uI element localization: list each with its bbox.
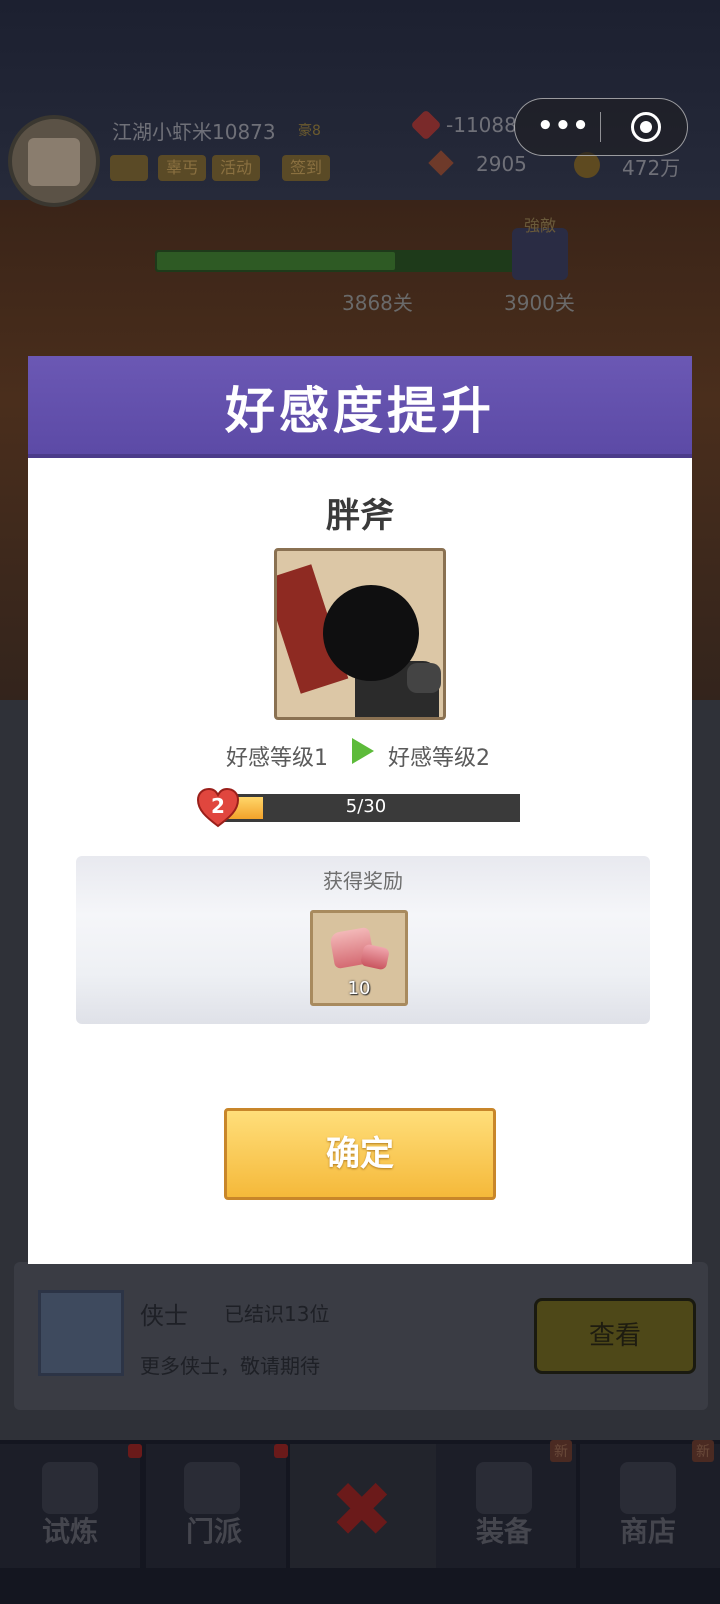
tab-sect-label: 门派 — [186, 1515, 243, 1548]
tab-equipment-new-badge: 新 — [550, 1440, 572, 1462]
arrow-right-icon — [352, 738, 374, 764]
player-name: 江湖小虾米10873 — [112, 120, 276, 144]
capsule-divider — [600, 112, 601, 142]
coin-count: 472万 — [622, 156, 681, 180]
affinity-level-from: 好感等级1 — [226, 746, 328, 771]
tag-activity[interactable]: 活动 — [212, 155, 261, 181]
temple-icon — [184, 1462, 240, 1514]
reward-quantity: 10 — [347, 978, 371, 999]
hero-count: 已结识13位 — [224, 1302, 330, 1326]
shop-icon — [620, 1462, 676, 1514]
gem-count: -11088 — [446, 113, 517, 137]
portrait-fist — [407, 663, 441, 693]
avatar-image — [28, 138, 80, 186]
npc-name: 胖斧 — [326, 496, 394, 536]
tag-gaisu[interactable]: 辜丐 — [158, 155, 207, 181]
npc-portrait — [274, 548, 446, 720]
tab-equipment-label: 装备 — [476, 1515, 533, 1548]
heart-level: 2 — [211, 794, 225, 818]
view-button[interactable]: 查看 — [534, 1298, 696, 1374]
boss-label: 強敵 — [524, 216, 557, 235]
affinity-level-to: 好感等级2 — [388, 746, 490, 771]
ninja-icon — [42, 1462, 98, 1514]
tab-trial-notification-dot — [128, 1444, 142, 1458]
current-stage: 3868关 — [342, 291, 413, 315]
tab-sect-notification-dot — [274, 1444, 288, 1458]
tag-signin[interactable]: 签到 — [282, 155, 331, 181]
diamond-count: 2905 — [476, 152, 527, 176]
boss-stage: 3900关 — [504, 291, 575, 315]
confirm-button[interactable]: 确定 — [224, 1108, 496, 1200]
more-menu-icon[interactable]: ••• — [537, 111, 590, 141]
rank-badge: 豪8 — [298, 123, 321, 139]
close-miniprogram-icon-dot — [640, 121, 652, 133]
dialog-title: 好感度提升 — [225, 382, 495, 440]
tab-shop-label: 商店 — [620, 1515, 677, 1548]
tab-shop-new-badge: 新 — [692, 1440, 714, 1462]
stage-progress-fill — [157, 252, 395, 270]
reward-title: 获得奖励 — [323, 869, 403, 893]
affinity-progress-text: 5/30 — [345, 796, 387, 817]
tab-trial-label: 试炼 — [42, 1515, 99, 1548]
sword-icon — [476, 1462, 532, 1514]
hero-title: 侠士 — [140, 1302, 188, 1330]
close-x-icon[interactable]: ✖ — [330, 1470, 394, 1550]
tag-blank[interactable] — [110, 155, 148, 181]
hero-thumbnail — [38, 1290, 124, 1376]
hero-subtitle: 更多侠士，敬请期待 — [140, 1354, 320, 1378]
portrait-head-silhouette — [323, 585, 419, 681]
